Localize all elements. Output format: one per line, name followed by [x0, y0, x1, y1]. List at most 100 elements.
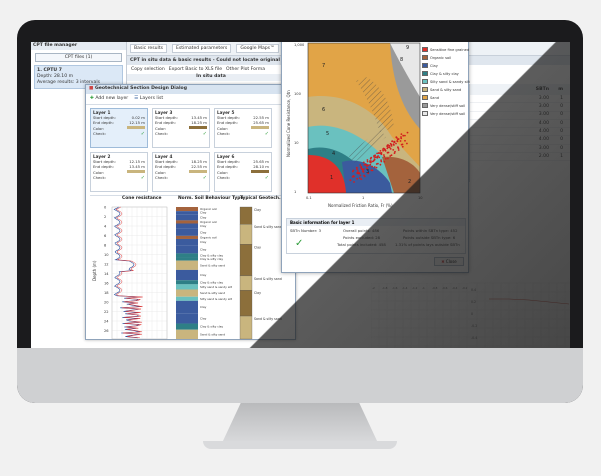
legend-item: Silty sand & sandy silt — [422, 79, 470, 84]
layers-list-button[interactable]: ☰ Layers list — [134, 96, 163, 102]
legend-item: Sand — [422, 95, 470, 100]
insitu-data-header: In situ data — [127, 74, 295, 81]
layer-card[interactable]: Layer 4 Start depth: 18.25 m End depth: 22… — [152, 152, 210, 192]
depth-tick-label: 2 — [104, 215, 106, 219]
table-row[interactable]: 4.00 0 — [470, 120, 570, 129]
plots-area: Cone resistance Norm. Soil Behaviour Typ… — [90, 195, 293, 340]
sbt-band — [176, 238, 198, 246]
table-row[interactable]: 3.00 0 — [470, 112, 570, 120]
tab-google-maps[interactable]: Google Maps™ — [236, 43, 279, 54]
layer-color-swatch[interactable] — [189, 125, 207, 129]
layer-color-swatch[interactable] — [127, 169, 145, 173]
other-plot-format-button[interactable]: Other Plot Forma — [226, 67, 265, 73]
data-point — [406, 131, 409, 134]
layer-color-swatch[interactable] — [251, 169, 269, 173]
layer-card[interactable]: Layer 3 Start depth: 13.45 m End depth: 18… — [152, 108, 210, 148]
depth-tick-label: 18 — [104, 291, 109, 295]
app-screen: CPT file manager CPT files (1) 1. CPTU 7… — [31, 42, 570, 348]
check-icon: ✓ — [264, 130, 269, 137]
x-tick-label: 0.1 — [306, 196, 312, 200]
legend-label: Silty sand & sandy silt — [430, 79, 470, 84]
data-point — [369, 163, 372, 166]
data-point — [397, 146, 399, 149]
table-row[interactable]: 3.00 0 — [470, 103, 570, 112]
cell-sbtn: 4.00 — [538, 120, 549, 126]
data-point — [395, 142, 397, 145]
right-chart-y-tick: 0 — [471, 312, 473, 316]
data-point — [390, 145, 393, 147]
data-point — [380, 159, 382, 161]
layer-color-swatch[interactable] — [251, 125, 269, 129]
add-layer-button[interactable]: ✚ Add new layer — [90, 96, 128, 102]
data-point — [371, 165, 373, 168]
typical-band-label: Sand & silty sand — [254, 277, 282, 281]
layer-color-swatch[interactable] — [127, 125, 145, 129]
layer-card[interactable]: Layer 6 Start depth: 25.65 m End depth: 28… — [214, 152, 272, 192]
sbt-band — [176, 329, 198, 339]
data-point — [370, 169, 373, 172]
depth-tick-label: 12 — [104, 263, 109, 267]
legend-label: Sand — [430, 95, 440, 100]
layer-check-row: Check: ✓ — [93, 130, 145, 137]
sbt-band — [176, 300, 198, 314]
overall-points: Overall points: 486 — [343, 228, 380, 233]
data-point — [362, 168, 365, 171]
cell-sbtn: 3.00 — [538, 112, 549, 118]
typical-band-label: Clay — [254, 245, 261, 249]
legend-item: Very dense/stiff soil — [422, 103, 470, 108]
tab-basic-results[interactable]: Basic results — [130, 43, 168, 54]
data-point — [389, 142, 392, 145]
monitor-stand-neck — [222, 403, 378, 443]
data-point — [372, 159, 375, 162]
depth-tick-label: 16 — [104, 282, 109, 286]
close-button[interactable]: ✖ Close — [434, 257, 464, 266]
table-header: SBTn m — [470, 84, 570, 95]
points-outside: Points outside SBTn type: 6 — [403, 235, 456, 240]
data-point — [373, 166, 376, 168]
data-point — [353, 181, 355, 183]
table-row[interactable]: 3.00 1 — [470, 95, 570, 104]
table-row[interactable]: 4.00 0 — [470, 136, 570, 145]
dialog-app-icon: ■ — [89, 86, 94, 91]
data-point — [357, 170, 359, 172]
right-chart-y-tick: -0.2 — [471, 324, 477, 328]
data-point — [386, 147, 389, 150]
data-point — [383, 148, 386, 150]
sbt-band-label: Clay — [200, 215, 207, 219]
right-chart: 0.4 0.2 0 -0.2 -0.4 — [468, 183, 570, 347]
legend-swatch — [422, 87, 428, 92]
data-point — [366, 160, 369, 163]
copy-selection-button[interactable]: Copy selection — [131, 67, 165, 73]
data-point — [406, 142, 408, 145]
close-icon: ✖ — [441, 259, 445, 264]
legend-swatch — [422, 79, 428, 84]
table-row[interactable]: 4.00 0 — [470, 128, 570, 137]
cell-m: 0 — [560, 104, 563, 110]
tab-estimated-parameters[interactable]: Estimated parameters — [172, 43, 232, 54]
layer-color-swatch[interactable] — [189, 169, 207, 173]
header-sbtn: SBTn — [535, 86, 549, 92]
layer-card[interactable]: Layer 5 Start depth: 22.55 m End depth: 25… — [214, 108, 272, 148]
sbt-band — [176, 253, 198, 258]
zone-label: 6 — [322, 107, 325, 113]
sbt-band — [176, 323, 198, 330]
right-chart-svg: 0.4 0.2 0 -0.2 -0.4 — [468, 282, 570, 347]
check-icon: ✓ — [264, 174, 269, 181]
data-point — [376, 156, 379, 158]
cpt-files-button[interactable]: CPT files (1) — [35, 52, 122, 63]
layer-card[interactable]: Layer 1 Start depth: 0.02 m End depth: 12.… — [90, 108, 148, 148]
legend-item: Clay — [422, 63, 470, 68]
typical-band — [239, 275, 253, 291]
data-point — [367, 164, 370, 167]
data-point — [363, 175, 366, 178]
y-tick-label: 1,000 — [294, 43, 305, 47]
sbt-band-label: Organic soil — [200, 235, 217, 239]
table-row[interactable]: 3.00 0 — [470, 145, 570, 154]
data-point — [362, 171, 365, 173]
export-xls-button[interactable]: Export Basic to XLS file — [169, 67, 222, 73]
sbt-band — [176, 223, 198, 229]
typical-band — [239, 315, 253, 340]
table-row[interactable]: 2.00 1 — [470, 153, 570, 162]
check-icon: ✓ — [140, 174, 145, 181]
layer-card[interactable]: Layer 2 Start depth: 12.15 m End depth: 13… — [90, 152, 148, 192]
